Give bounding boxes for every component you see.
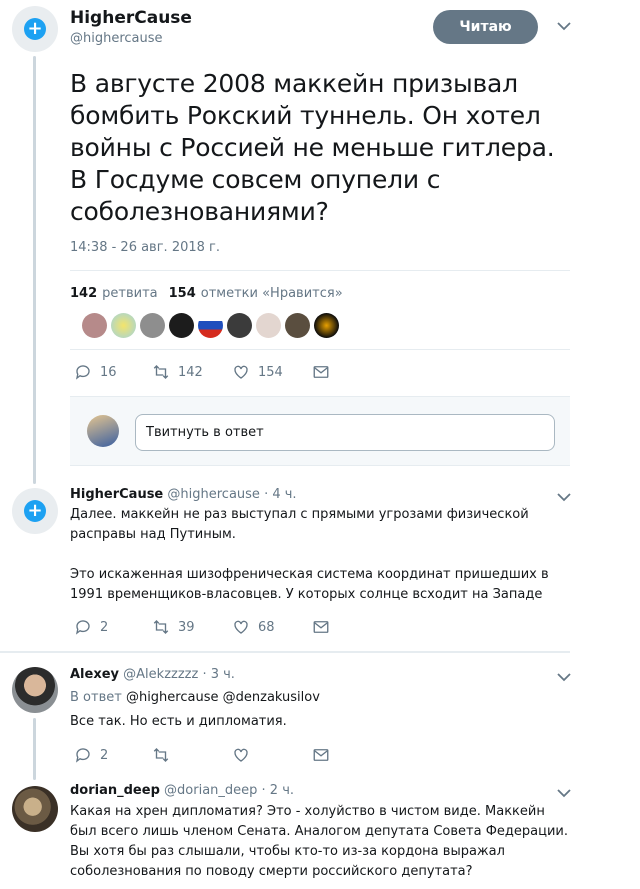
tweet-text: Какая на хрен дипломатия? Это - холуйств… xyxy=(70,804,568,879)
reply-composer: Твитнуть в ответ xyxy=(70,396,570,466)
like-action[interactable]: 154 xyxy=(232,363,283,381)
liker-avatar[interactable] xyxy=(82,313,107,338)
thread-line xyxy=(33,718,36,780)
divider xyxy=(70,349,570,350)
chevron-down-icon[interactable] xyxy=(557,20,571,34)
likes-count[interactable]: 154 xyxy=(169,286,196,301)
dm-action[interactable] xyxy=(312,746,338,764)
chevron-down-icon[interactable] xyxy=(557,787,571,801)
author-handle[interactable]: @highercause xyxy=(70,31,163,46)
author-name[interactable]: HigherCause xyxy=(70,8,192,28)
tweet-text: Далее. маккейн не раз выступал с прямыми… xyxy=(70,507,529,542)
liker-avatar[interactable] xyxy=(198,313,223,338)
retweets-count[interactable]: 142 xyxy=(70,286,97,301)
tweet-time[interactable]: · 4 ч. xyxy=(264,487,296,502)
divider xyxy=(0,651,570,653)
retweet-count: 39 xyxy=(178,619,195,635)
retweet-icon xyxy=(153,748,169,762)
reply-icon xyxy=(75,365,90,380)
reply-action[interactable]: 2 xyxy=(74,618,108,636)
likers-avatars xyxy=(82,313,339,338)
author-avatar[interactable] xyxy=(12,667,58,713)
following-button[interactable]: Читаю xyxy=(433,10,538,44)
liker-avatar[interactable] xyxy=(140,313,165,338)
author-handle[interactable]: @highercause xyxy=(167,487,260,502)
likes-label[interactable]: отметки «Нравится» xyxy=(201,286,343,301)
dm-action[interactable] xyxy=(312,363,338,381)
chevron-down-icon[interactable] xyxy=(557,671,571,685)
message-icon xyxy=(313,366,329,378)
author-name[interactable]: dorian_deep xyxy=(70,783,160,798)
retweet-action[interactable] xyxy=(152,746,178,764)
liker-avatar[interactable] xyxy=(285,313,310,338)
retweet-action[interactable]: 142 xyxy=(152,363,203,381)
liker-avatar[interactable] xyxy=(256,313,281,338)
like-action[interactable] xyxy=(232,746,258,764)
author-avatar[interactable]: + xyxy=(12,6,58,52)
chevron-down-icon[interactable] xyxy=(557,491,571,505)
retweet-icon xyxy=(153,620,169,634)
plus-icon: + xyxy=(24,500,46,522)
reply-action[interactable]: 2 xyxy=(74,746,108,764)
retweet-icon xyxy=(153,365,169,379)
tweet-time[interactable]: · 2 ч. xyxy=(262,783,294,798)
author-name[interactable]: HigherCause xyxy=(70,487,163,502)
author-handle[interactable]: @Alekzzzzz xyxy=(123,667,198,682)
retweet-count: 142 xyxy=(178,364,203,380)
tweet-header: dorian_deep @dorian_deep · 2 ч. xyxy=(70,783,294,798)
retweets-label[interactable]: ретвита xyxy=(102,286,157,301)
current-user-avatar xyxy=(87,415,119,447)
tweet-stats: 142 ретвита 154 отметки «Нравится» xyxy=(70,286,343,301)
reply-count: 2 xyxy=(100,747,109,763)
like-action[interactable]: 68 xyxy=(232,618,275,636)
reply-icon xyxy=(75,748,90,763)
tweet-text: Все так. Но есть и дипломатия. xyxy=(70,714,287,729)
retweet-action[interactable]: 39 xyxy=(152,618,195,636)
plus-icon: + xyxy=(24,18,46,40)
tweet-header: Alexey @Alekzzzzz · 3 ч. xyxy=(70,667,235,682)
reply-to-label: В ответ xyxy=(70,690,122,705)
thread-line xyxy=(33,56,36,484)
reply-count: 16 xyxy=(100,364,117,380)
author-avatar[interactable] xyxy=(12,786,58,832)
like-icon xyxy=(234,620,248,634)
tweet-time[interactable]: · 3 ч. xyxy=(202,667,234,682)
tweet-header: HigherCause @highercause · 4 ч. xyxy=(70,487,297,502)
tweet-timestamp[interactable]: 14:38 - 26 авг. 2018 г. xyxy=(70,240,220,255)
tweet-text: Это искаженная шизофреническая система к… xyxy=(70,567,549,602)
reply-count: 2 xyxy=(100,619,109,635)
liker-avatar[interactable] xyxy=(314,313,339,338)
liker-avatar[interactable] xyxy=(169,313,194,338)
author-name[interactable]: Alexey xyxy=(70,667,119,682)
like-icon xyxy=(234,365,248,379)
reply-to-mention[interactable]: @highercause xyxy=(126,690,219,705)
tweet-text: В августе 2008 маккейн призывал бомбить … xyxy=(70,69,555,226)
reply-to-line: В ответ @highercause @denzakusilov xyxy=(70,688,320,708)
message-icon xyxy=(313,621,329,633)
reply-action[interactable]: 16 xyxy=(74,363,117,381)
liker-avatar[interactable] xyxy=(111,313,136,338)
dm-action[interactable] xyxy=(312,618,338,636)
like-count: 154 xyxy=(258,364,283,380)
reply-to-mention[interactable]: @denzakusilov xyxy=(223,690,320,705)
like-icon xyxy=(234,748,248,762)
author-handle[interactable]: @dorian_deep xyxy=(164,783,257,798)
message-icon xyxy=(313,749,329,761)
like-count: 68 xyxy=(258,619,275,635)
reply-icon xyxy=(75,620,90,635)
reply-input[interactable]: Твитнуть в ответ xyxy=(135,414,555,451)
author-avatar[interactable]: + xyxy=(12,488,58,534)
divider xyxy=(70,270,570,271)
liker-avatar[interactable] xyxy=(227,313,252,338)
